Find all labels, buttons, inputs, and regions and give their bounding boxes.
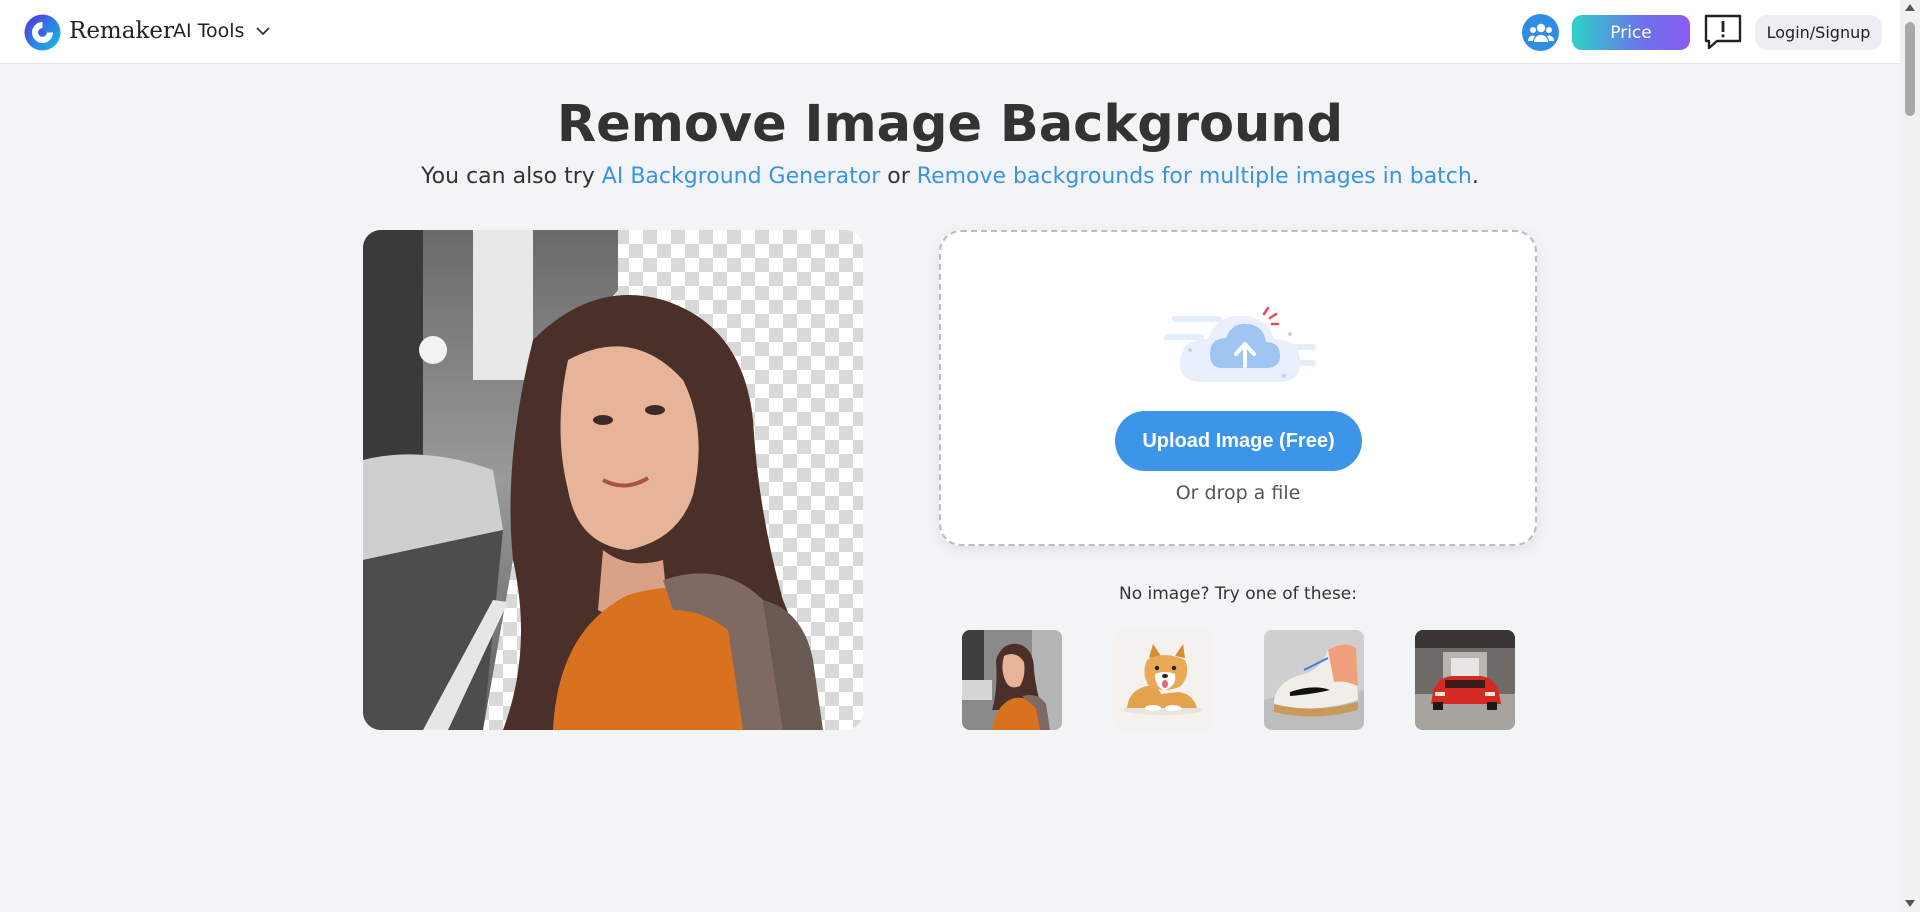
sample-sneaker-image[interactable] [1264,630,1364,730]
scroll-down-icon[interactable] [1905,900,1915,907]
page-scrollbar[interactable] [1900,0,1920,912]
sample-woman-image[interactable] [962,630,1062,730]
subtitle-mid: or [880,164,917,189]
ai-background-generator-link[interactable]: AI Background Generator [602,164,881,189]
feedback-button[interactable] [1703,13,1743,51]
scrollbar-thumb[interactable] [1905,22,1915,116]
sample-images [962,630,1515,730]
login-signup-button[interactable]: Login/Signup [1755,15,1882,50]
sample-dog-image[interactable] [1113,630,1213,730]
samples-label: No image? Try one of these: [1118,584,1357,604]
upload-dropzone[interactable]: Upload Image (Free) Or drop a file [939,230,1537,546]
top-header: Remaker AI Tools Price Login/Signup [0,0,1900,64]
ai-tools-menu[interactable]: AI Tools [173,20,272,42]
feedback-icon [1704,14,1742,50]
batch-remove-link[interactable]: Remove backgrounds for multiple images i… [917,164,1472,189]
subtitle-suffix: . [1471,164,1479,189]
upload-image-button[interactable]: Upload Image (Free) [1115,411,1362,471]
community-icon [1527,23,1554,42]
page-title: Remove Image Background [556,95,1344,154]
subtitle-prefix: You can also try [421,164,602,189]
price-button[interactable]: Price [1572,15,1690,50]
sample-car-image[interactable] [1415,630,1515,730]
scroll-up-icon[interactable] [1905,4,1915,11]
ai-tools-label: AI Tools [173,20,245,42]
chevron-down-icon [256,27,271,36]
drop-file-text: Or drop a file [1175,482,1301,504]
cloud-upload-icon [1164,306,1316,382]
page-subtitle: You can also try AI Background Generator… [0,164,1900,189]
remaker-logo-icon[interactable] [24,14,61,51]
community-button[interactable] [1522,14,1559,51]
brand-name[interactable]: Remaker [69,18,174,44]
hero-demo-image [363,230,863,730]
